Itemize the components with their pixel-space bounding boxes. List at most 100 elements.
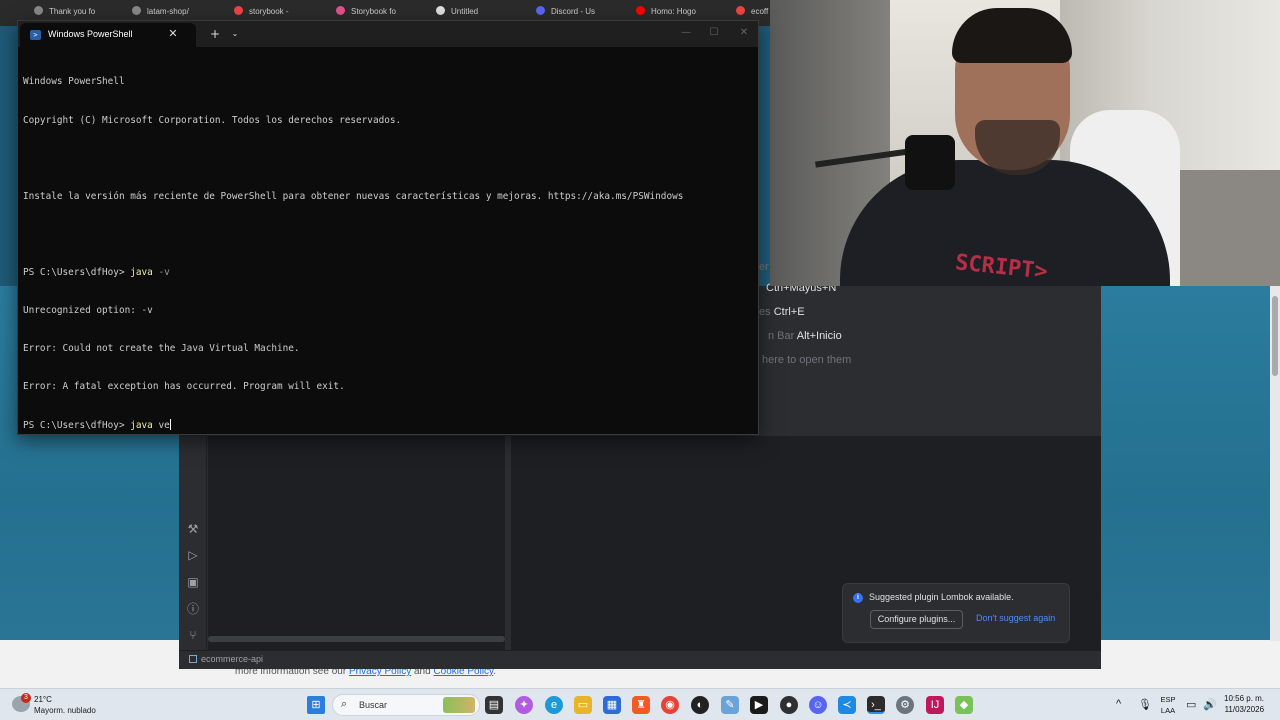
close-tab-icon[interactable]: ✕ [166,27,180,41]
horizontal-scrollbar[interactable] [208,636,505,642]
terminal-line: Unrecognized option: -v [23,304,153,316]
edge-icon[interactable]: e [545,696,563,714]
tab-favicon-icon [436,6,445,15]
terminal-tab-title: Windows PowerShell [48,29,133,39]
minimize-icon[interactable]: — [674,25,698,41]
terminal-prompt-line: PS C:\Users\dfHoy> java -v [23,266,170,278]
info-icon: i [853,593,863,603]
weather-condition: Mayorm. nublado [34,706,96,715]
scrollbar-thumb[interactable] [208,636,505,642]
plugin-notification: i Suggested plugin Lombok available. Con… [842,583,1070,643]
person-hair [952,8,1072,63]
taskbar-search[interactable]: ⌕ Buscar [332,694,480,716]
taskbar: 3 21°C Mayorm. nublado ⊞ ⌕ Buscar ▤ ✦ e … [0,688,1280,720]
notification-badge: 3 [21,693,31,703]
tab-favicon-icon [636,6,645,15]
chrome-icon[interactable]: ◉ [661,696,679,714]
terminal-titlebar: > Windows PowerShell ✕ + ⌄ — ☐ ✕ [18,21,758,47]
git-icon[interactable]: ⑂ [186,628,200,642]
browser-tab[interactable]: Untitled [436,6,478,16]
terminal-line: Error: Could not create the Java Virtual… [23,343,300,355]
tab-favicon-icon [132,6,141,15]
android-icon[interactable]: ◆ [955,696,973,714]
tab-favicon-icon [736,6,745,15]
keyboard-layout[interactable]: LAA [1160,706,1176,715]
notification-message: Suggested plugin Lombok available. [869,592,1014,602]
windows-start-icon[interactable]: ⊞ [307,696,325,714]
notepad-icon[interactable]: ✎ [721,696,739,714]
browser-tab[interactable]: Homo: Hogo [636,6,696,16]
welcome-shortcut: n Bar Alt+Inicio [768,330,842,342]
clock-date: 11/03/2026 [1224,705,1265,714]
obs-icon[interactable]: ● [780,696,798,714]
store-icon[interactable]: ▦ [603,696,621,714]
copilot-icon[interactable]: ✦ [515,696,533,714]
pycharm-icon[interactable]: ▶ [750,696,768,714]
tab-favicon-icon [336,6,345,15]
browser-tab[interactable]: Storybook fo [336,6,396,16]
status-bar: ecommerce-api [179,650,1101,669]
tab-favicon-icon [234,6,243,15]
project-icon [189,655,197,663]
terminal-window: > Windows PowerShell ✕ + ⌄ — ☐ ✕ Windows… [17,20,759,435]
intellij-icon[interactable]: IJ [926,696,944,714]
microphone [905,135,955,190]
browser-tab[interactable]: latam-shop/ [132,6,189,16]
project-breadcrumb[interactable]: ecommerce-api [189,654,263,664]
browser-tab[interactable]: Discord - Us [536,6,595,16]
powershell-icon: > [30,30,41,40]
search-placeholder: Buscar [359,700,388,710]
welcome-shortcut: es Ctrl+E [759,306,805,318]
text-cursor [169,419,171,431]
run-icon[interactable]: ▷ [186,548,200,562]
tab-favicon-icon [536,6,545,15]
browser-tab[interactable]: Thank you fo [34,6,95,16]
weather-temperature: 21°C [34,695,52,704]
system-clock[interactable]: 10:56 p. m. 11/03/2026 [1224,693,1264,715]
microphone-icon[interactable]: 🎙 [1138,698,1152,711]
terminal-input-line[interactable]: PS C:\Users\dfHoy> java ve [23,419,753,432]
tray-chevron-icon[interactable]: ^ [1116,698,1121,710]
settings-icon[interactable]: ⚙ [896,696,914,714]
terminal-icon[interactable]: ▣ [186,575,200,589]
build-icon[interactable]: ⚒ [186,522,200,536]
website-scrollbar[interactable] [1270,286,1280,641]
terminal-line: Copyright (C) Microsoft Corporation. Tod… [23,114,402,126]
window-close-icon[interactable]: ✕ [732,25,756,41]
search-icon: ⌕ [341,698,348,710]
project-panel [208,436,505,650]
terminal-line: Instale la versión más reciente de Power… [23,190,684,202]
chevron-down-icon[interactable]: ⌄ [228,27,242,41]
brave-icon[interactable]: ♜ [632,696,650,714]
file-explorer-icon[interactable]: ▭ [574,696,592,714]
vscode-icon[interactable]: ≺ [838,696,856,714]
tool-window-strip: ⚒ ▷ ▣ ⓘ ⑂ [179,436,207,650]
terminal-line: Error: A fatal exception has occurred. P… [23,381,345,393]
problems-icon[interactable]: ⓘ [186,602,200,616]
welcome-hint: er [759,261,769,273]
webcam-overlay: SCRIPT> [770,0,1280,286]
browser-tab[interactable]: ecoff [736,6,768,16]
configure-plugins-button[interactable]: Configure plugins... [870,610,963,629]
new-tab-icon[interactable]: + [208,27,222,41]
discord-icon[interactable]: ☺ [809,696,827,714]
terminal-output[interactable]: Windows PowerShell Copyright (C) Microso… [23,51,753,431]
language-indicator[interactable]: ESP [1160,695,1176,704]
task-view-icon[interactable]: ▤ [485,696,503,714]
network-icon[interactable]: ▭ [1186,698,1196,711]
terminal-tab[interactable]: > Windows PowerShell ✕ [20,23,196,47]
windows-terminal-icon[interactable]: ›_ [867,696,885,714]
scrollbar-thumb[interactable] [1272,296,1278,376]
volume-icon[interactable]: 🔊 [1203,698,1217,711]
welcome-hint: here to open them [762,354,852,366]
browser-tab[interactable]: storybook - [234,6,289,16]
dont-suggest-again-link[interactable]: Don't suggest again [976,613,1055,623]
search-highlight-image [443,697,475,713]
terminal-line: Windows PowerShell [23,76,125,88]
clock-time: 10:56 p. m. [1224,694,1265,703]
maximize-icon[interactable]: ☐ [702,25,726,41]
github-icon[interactable]: ◐ [691,696,709,714]
tab-favicon-icon [34,6,43,15]
